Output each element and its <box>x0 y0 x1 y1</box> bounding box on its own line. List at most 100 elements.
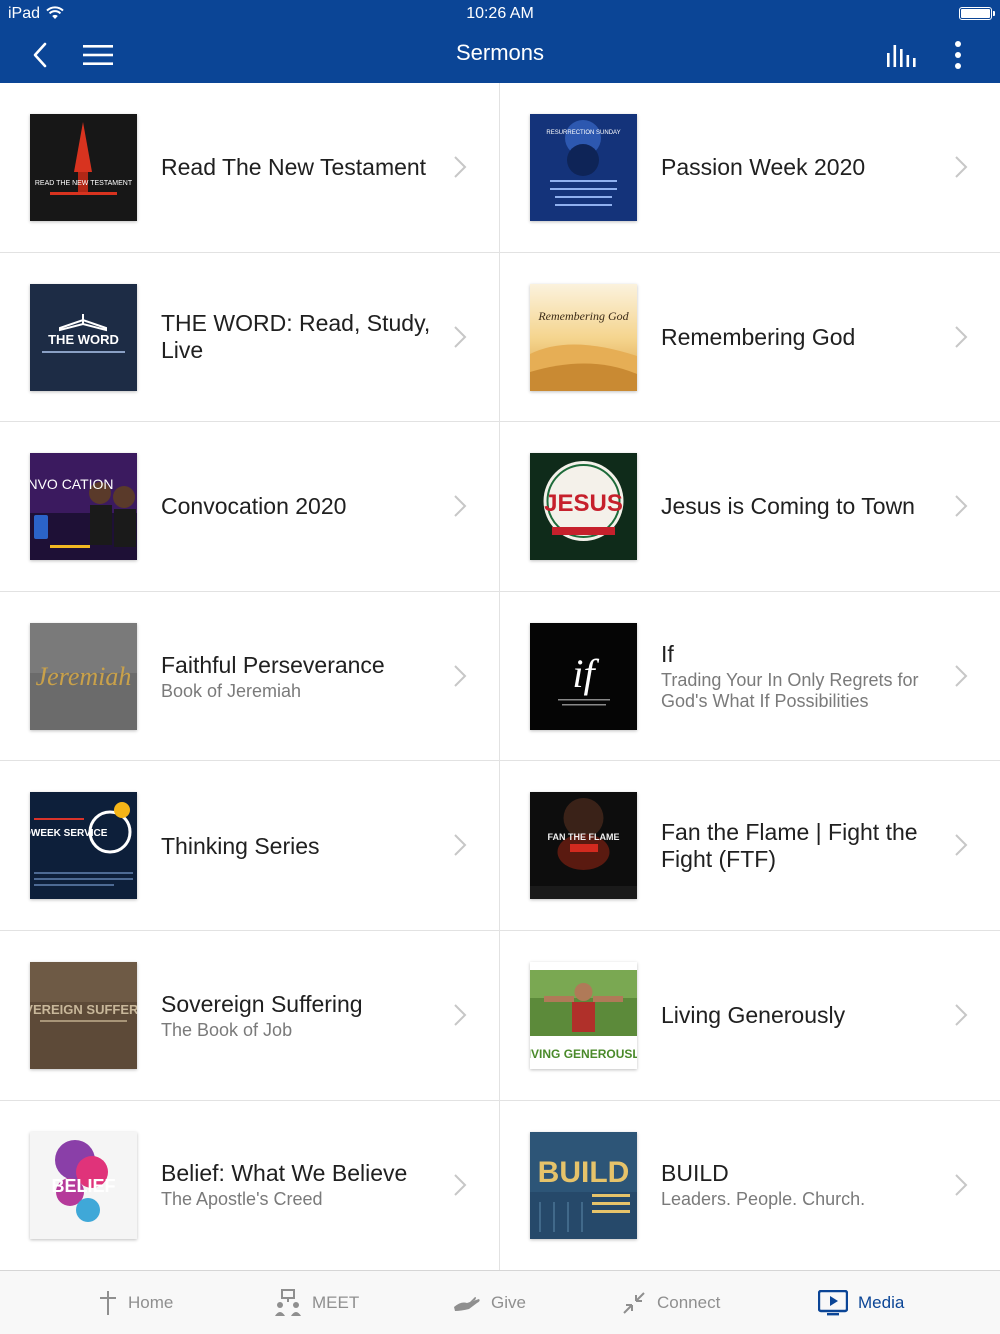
sermon-thumbnail: RESURRECTION SUNDAY <box>530 114 637 221</box>
thumb-text: SOVEREIGN SUFFERING <box>30 1002 137 1017</box>
sermon-thumbnail: FAN THE FLAME <box>530 792 637 900</box>
page-title: Sermons <box>455 40 545 65</box>
sermon-thumbnail: Remembering God <box>530 283 637 391</box>
tab-label: Media <box>858 1293 905 1312</box>
chevron-right-icon <box>955 156 968 178</box>
sermon-subtitle: Leaders. People. Church. <box>661 1189 866 1210</box>
thumb-text: BUILD <box>538 1156 630 1189</box>
sermon-grid: READ THE NEW TESTAMENT Read The New Test… <box>0 83 1000 1271</box>
sermon-item[interactable]: MIDWEEK SERVICE Thinking Series <box>0 761 500 931</box>
thumb-text: CONVO CATION <box>30 476 114 492</box>
chevron-right-icon <box>955 495 968 517</box>
thumb-text: MIDWEEK SERVICE <box>30 828 108 839</box>
sermon-thumbnail: if <box>530 622 637 730</box>
top-bar: iPad 10:26 AM Sermons <box>0 0 1000 83</box>
sermon-title: BUILD <box>661 1160 729 1187</box>
sermon-thumbnail: READ THE NEW TESTAMENT <box>30 114 137 221</box>
sermon-title: Living Generously <box>661 1002 846 1029</box>
chevron-right-icon <box>454 665 467 687</box>
chevron-right-icon <box>454 1004 467 1026</box>
thumb-text: READ THE NEW TESTAMENT <box>35 180 133 187</box>
sermon-title: If <box>661 641 674 668</box>
tab-meet[interactable]: MEET <box>274 1285 359 1321</box>
sermon-item[interactable]: READ THE NEW TESTAMENT Read The New Test… <box>0 83 500 253</box>
thumb-text: Jeremiah <box>36 662 132 691</box>
chevron-right-icon <box>955 1173 968 1196</box>
chevron-right-icon <box>955 665 968 687</box>
sermon-item[interactable]: Jeremiah Faithful Perseverance Book of J… <box>0 591 500 762</box>
sermon-item[interactable]: SOVEREIGN SUFFERING Sovereign Suffering … <box>0 931 500 1101</box>
sermon-thumbnail: JESUS <box>530 453 637 561</box>
media-play-icon <box>818 1290 848 1316</box>
sermon-title: Convocation 2020 <box>161 493 347 520</box>
sermon-thumbnail: LIVING GENEROUSLY <box>530 962 637 1069</box>
thumb-text: THE WORD <box>48 332 119 347</box>
chevron-right-icon <box>955 325 968 348</box>
thumb-text: LIVING GENEROUSLY <box>530 1047 637 1061</box>
tab-connect[interactable]: Connect <box>621 1285 720 1321</box>
sermon-thumbnail: CONVO CATION <box>30 453 137 561</box>
sermon-item[interactable]: BELIEF Belief: What We Believe The Apost… <box>0 1100 500 1271</box>
tab-home[interactable]: Home <box>98 1285 173 1321</box>
chevron-right-icon <box>454 325 467 348</box>
sermon-thumbnail: THE WORD <box>30 283 137 391</box>
sermon-item[interactable]: BUILD BUILD Leaders. People. Church. <box>500 1101 1000 1271</box>
sermon-title: Read The New Testament <box>161 154 427 181</box>
sermon-item[interactable]: THE WORD THE WORD: Read, Study, Live <box>0 252 500 423</box>
thumb-text: RESURRECTION SUNDAY <box>546 130 620 136</box>
sermon-item[interactable]: Remembering God Remembering God <box>500 253 1000 423</box>
chevron-right-icon <box>454 156 467 178</box>
tab-label: Connect <box>657 1293 721 1312</box>
more-options-button[interactable] <box>942 33 974 77</box>
sermon-item[interactable]: LIVING GENEROUSLY Living Generously <box>500 931 1000 1101</box>
sermon-item[interactable]: if If Trading Your In Only Regrets for G… <box>500 592 1000 762</box>
sermon-item[interactable]: CONVO CATION Convocation 2020 <box>0 422 500 592</box>
sermon-item[interactable]: JESUS Jesus is Coming to Town <box>500 422 1000 592</box>
sermon-subtitle: The Book of Job <box>161 1019 293 1040</box>
tab-give[interactable]: Give <box>453 1285 526 1321</box>
thumb-text: FAN THE FLAME <box>548 832 620 842</box>
hand-icon <box>453 1293 481 1313</box>
sermon-title: Remembering God <box>661 323 856 350</box>
sermon-title: THE WORD: Read, Study, Live <box>161 310 431 364</box>
sermon-thumbnail: BELIEF <box>30 1131 137 1239</box>
chevron-right-icon <box>955 834 968 857</box>
equalizer-icon <box>887 45 916 67</box>
more-vertical-icon <box>955 41 961 69</box>
sermon-item[interactable]: RESURRECTION SUNDAY Passion Week 2020 <box>500 83 1000 253</box>
sermon-title: Faithful Perseverance <box>161 651 385 678</box>
tab-bar: Home MEET Give Connect Media <box>0 1270 1000 1334</box>
chevron-right-icon <box>454 834 467 857</box>
sermon-subtitle: Trading Your In Only Regrets for God's W… <box>661 670 919 712</box>
tab-label: MEET <box>312 1293 360 1312</box>
audio-bars-button[interactable] <box>882 33 922 77</box>
status-bar: iPad 10:26 AM <box>0 0 1000 28</box>
thumb-text: JESUS <box>544 490 623 517</box>
sermon-title: Passion Week 2020 <box>661 154 866 181</box>
sermon-title: Thinking Series <box>161 832 320 859</box>
sermon-thumbnail: MIDWEEK SERVICE <box>30 792 137 900</box>
sermon-thumbnail: SOVEREIGN SUFFERING <box>30 962 137 1069</box>
sermon-thumbnail: Jeremiah <box>30 622 137 730</box>
sermon-title: Fan the Flame | Fight the Fight (FTF) <box>661 819 918 873</box>
cross-icon <box>98 1290 118 1316</box>
chevron-right-icon <box>454 1173 467 1196</box>
sermon-subtitle: Book of Jeremiah <box>161 680 302 701</box>
tab-media[interactable]: Media <box>818 1285 904 1321</box>
sermon-title: Jesus is Coming to Town <box>661 493 915 520</box>
sermon-title: Belief: What We Believe <box>161 1160 408 1187</box>
sermon-title: Sovereign Suffering <box>161 990 363 1017</box>
people-icon <box>274 1289 302 1317</box>
sermon-thumbnail: BUILD <box>530 1131 637 1239</box>
tab-label: Give <box>491 1293 526 1312</box>
clock: 10:26 AM <box>466 5 534 22</box>
battery-icon <box>959 7 995 20</box>
sermon-item[interactable]: FAN THE FLAME Fan the Flame | Fight the … <box>500 761 1000 931</box>
chevron-right-icon <box>454 495 467 517</box>
sermon-subtitle: The Apostle's Creed <box>161 1189 323 1210</box>
tab-label: Home <box>128 1293 174 1312</box>
thumb-text: Remembering God <box>537 309 629 323</box>
arrows-in-icon <box>621 1290 647 1316</box>
thumb-text: BELIEF <box>51 1176 115 1196</box>
chevron-right-icon <box>955 1004 968 1026</box>
